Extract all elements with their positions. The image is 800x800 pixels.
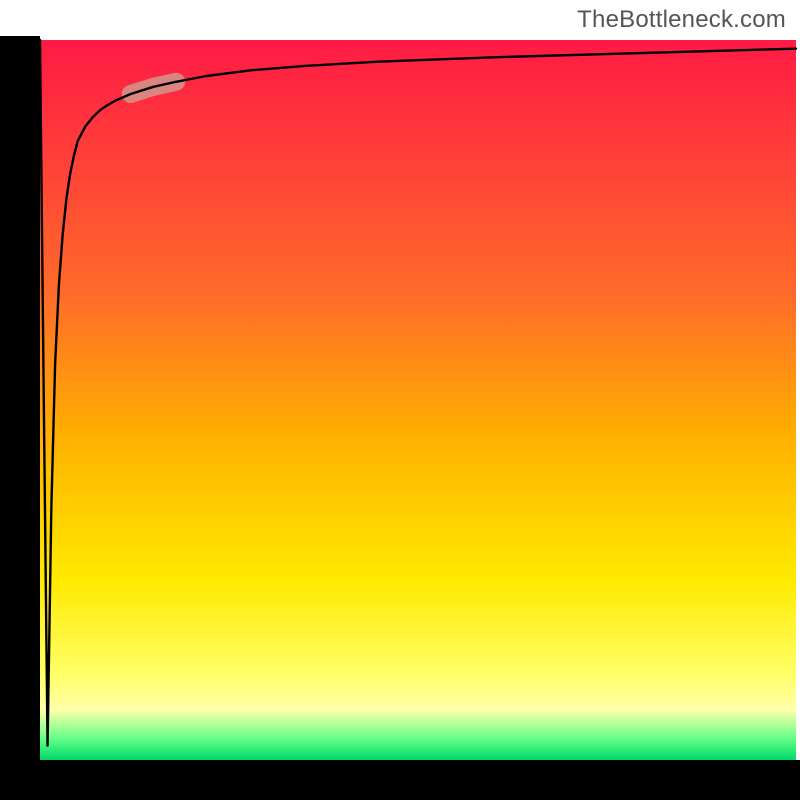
plot-background xyxy=(40,40,796,760)
x-axis xyxy=(0,760,800,800)
chart-frame: TheBottleneck.com xyxy=(0,0,800,800)
y-axis xyxy=(0,36,40,800)
bottleneck-chart xyxy=(0,0,800,800)
watermark-text: TheBottleneck.com xyxy=(577,6,786,34)
